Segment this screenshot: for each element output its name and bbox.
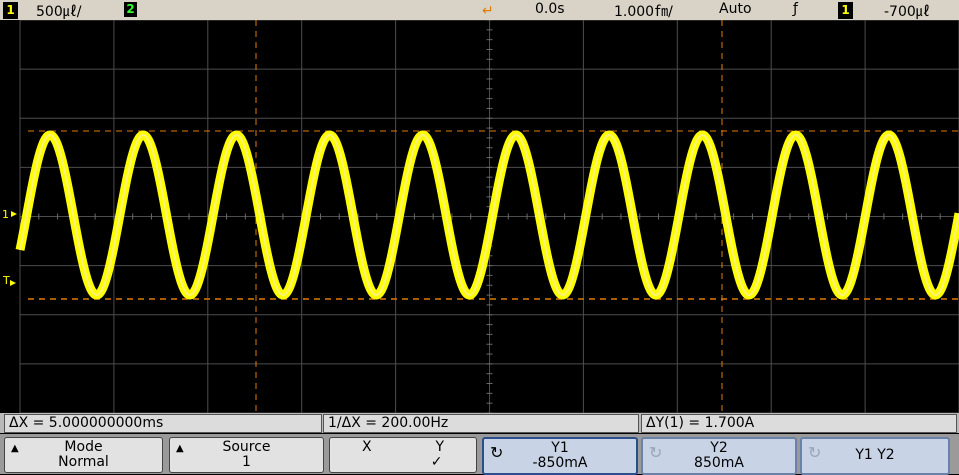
delta-x-readout: ΔX = 5.000000000ms [4, 414, 322, 433]
rotate-knob-icon: ↻ [490, 443, 504, 462]
check-icon: ✓ [430, 454, 443, 470]
channel-1-scale: 500㎕/ [36, 4, 82, 20]
delay-readout: 0.0s [535, 1, 565, 17]
menu-caret-icon: ▲ [176, 443, 184, 454]
ground-arrow-icon [11, 211, 17, 217]
trigger-position-icon: ↵ [482, 3, 494, 19]
rotate-knob-icon: ↻ [649, 443, 663, 462]
cursor-readouts: ΔX = 5.000000000ms 1/ΔX = 200.00Hz ΔY(1)… [0, 413, 959, 433]
channel-1-badge[interactable]: 1 [3, 2, 18, 19]
inverse-delta-x-readout: 1/ΔX = 200.00Hz [323, 414, 639, 433]
trigger-mode: Auto [719, 1, 752, 17]
softkey-bar: ▲ Mode Normal ▲ Source 1 X Y ✓ ↻ Y1 -850… [0, 434, 959, 475]
trigger-arrow-icon [10, 280, 16, 286]
menu-caret-icon: ▲ [11, 443, 19, 454]
trigger-level: -700㎕ [884, 4, 930, 20]
rotate-knob-icon: ↻ [808, 443, 822, 462]
waveform-display[interactable]: 1 T [0, 20, 959, 413]
y1-y2-softkey[interactable]: ↻ Y1 Y2 [800, 437, 950, 475]
channel-2-badge[interactable]: 2 [124, 2, 137, 17]
mode-softkey[interactable]: ▲ Mode Normal [4, 437, 163, 473]
trigger-edge-icon: ƒ [793, 1, 798, 17]
status-bar: 1 500㎕/ 2 ↵ 0.0s 1.000㎙/ Auto ƒ 1 -700㎕ [0, 0, 959, 20]
timebase-scale: 1.000㎙/ [614, 4, 673, 20]
xy-softkey[interactable]: X Y ✓ [329, 437, 477, 473]
trigger-level-marker[interactable]: T [2, 274, 10, 287]
y2-softkey[interactable]: ↻ Y2 850mA [641, 437, 797, 475]
y1-softkey[interactable]: ↻ Y1 -850mA [482, 437, 638, 475]
delta-y-readout: ΔY(1) = 1.700A [641, 414, 957, 433]
source-softkey[interactable]: ▲ Source 1 [169, 437, 324, 473]
channel-1-ground-marker[interactable]: 1 [2, 208, 9, 221]
trigger-source-badge[interactable]: 1 [838, 2, 853, 19]
